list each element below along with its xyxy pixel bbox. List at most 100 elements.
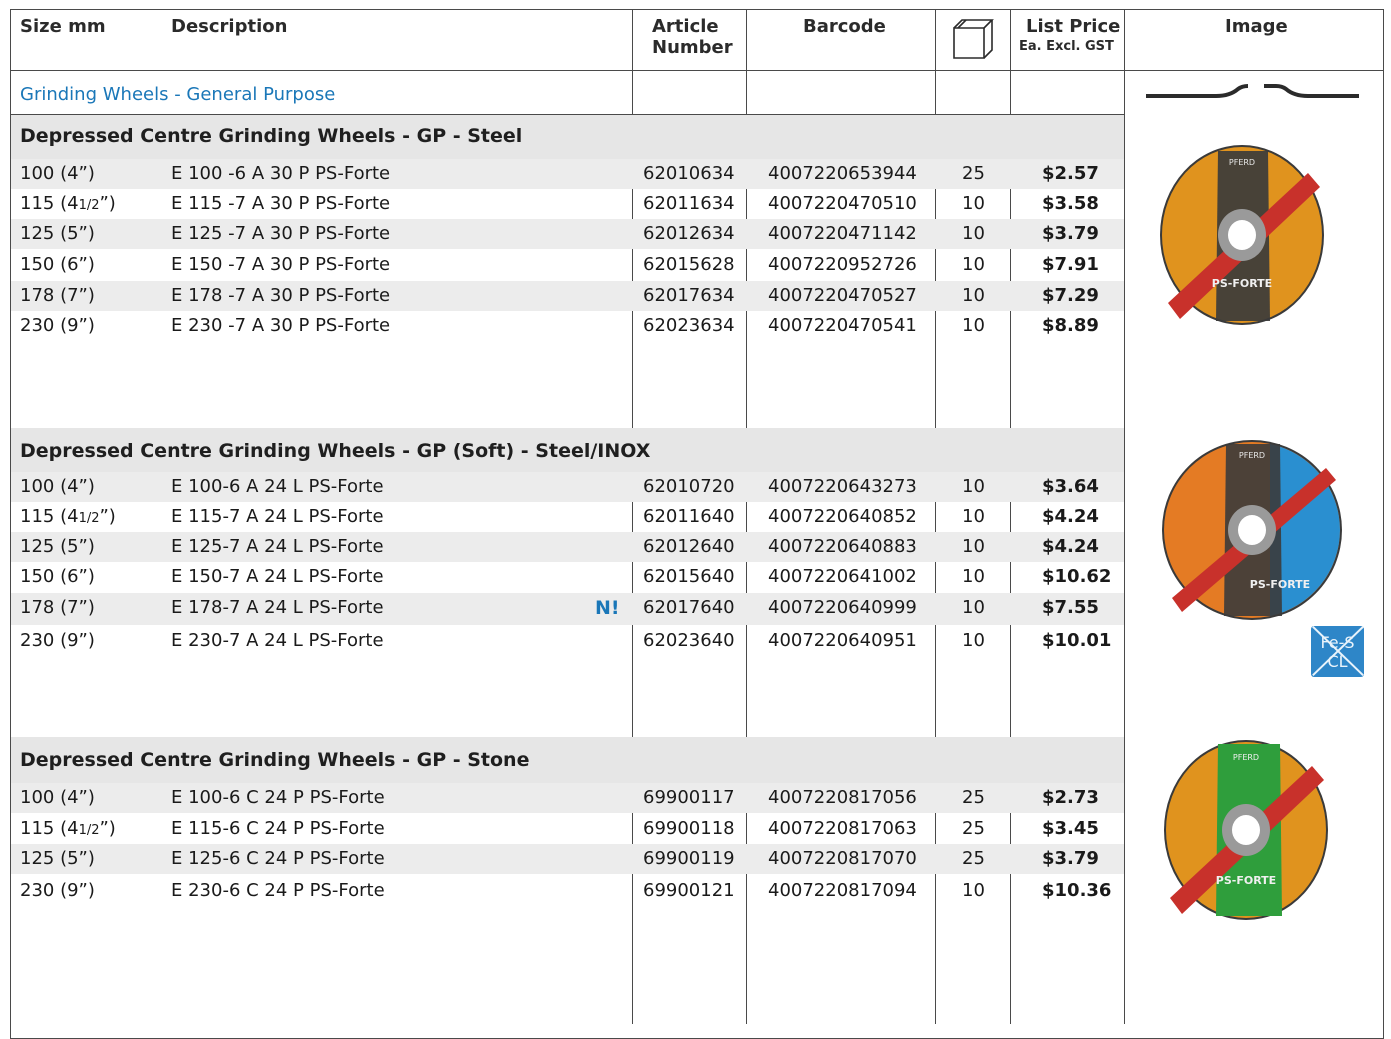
cell-price: $2.57 (1042, 163, 1099, 184)
section-title: Depressed Centre Grinding Wheels - GP - … (20, 749, 530, 771)
cell-description: E 230-7 A 24 L PS-Forte (171, 630, 384, 651)
cell-size: 115 (41/2”) (20, 818, 116, 839)
cell-size: 125 (5”) (20, 536, 95, 557)
badge-line2: CL (1327, 652, 1348, 671)
table-row: 100 (4”) E 100-6 C 24 P PS-Forte 6990011… (11, 783, 1124, 813)
fe-s-cl-free-badge: Fe-S CL (1311, 626, 1364, 677)
steel-wheel-image: PS-FORTE PFERD (1158, 143, 1326, 331)
cell-barcode: 4007220817063 (768, 818, 917, 839)
cell-qty: 25 (962, 818, 985, 839)
cell-qty: 10 (962, 597, 985, 618)
cell-description: E 115-7 A 24 L PS-Forte (171, 506, 384, 527)
cell-barcode: 4007220640999 (768, 597, 917, 618)
cell-size: 150 (6”) (20, 254, 95, 275)
svg-text:PS-FORTE: PS-FORTE (1216, 874, 1276, 887)
cell-size: 230 (9”) (20, 880, 95, 901)
table-row: 150 (6”) E 150 -7 A 30 P PS-Forte 620156… (11, 250, 1124, 280)
cell-price: $10.62 (1042, 566, 1112, 587)
cell-article: 62015628 (643, 254, 735, 275)
inox-wheel-image: PS-FORTE PFERD (1160, 438, 1346, 626)
svg-text:PFERD: PFERD (1233, 753, 1259, 762)
cell-qty: 10 (962, 285, 985, 306)
cell-size: 100 (4”) (20, 163, 95, 184)
cell-article: 69900121 (643, 880, 735, 901)
table-row: 125 (5”) E 125-7 A 24 L PS-Forte 6201264… (11, 532, 1124, 562)
cell-price: $7.91 (1042, 254, 1099, 275)
table-row: 115 (41/2”) E 115-6 C 24 P PS-Forte 6990… (11, 814, 1124, 844)
cell-article: 69900119 (643, 848, 735, 869)
cell-article: 62011634 (643, 193, 735, 214)
cell-qty: 25 (962, 787, 985, 808)
cell-article: 62023634 (643, 315, 735, 336)
section-title: Depressed Centre Grinding Wheels - GP - … (20, 125, 523, 147)
cell-description: E 115 -7 A 30 P PS-Forte (171, 193, 391, 214)
cell-barcode: 4007220817094 (768, 880, 917, 901)
cell-qty: 10 (962, 506, 985, 527)
cell-size: 125 (5”) (20, 223, 95, 244)
cell-description: E 115-6 C 24 P PS-Forte (171, 818, 385, 839)
cell-description: E 230 -7 A 30 P PS-Forte (171, 315, 391, 336)
cell-article: 62010634 (643, 163, 735, 184)
cell-price: $2.73 (1042, 787, 1099, 808)
table-row: 115 (41/2”) E 115 -7 A 30 P PS-Forte 620… (11, 189, 1124, 219)
cell-qty: 10 (962, 476, 985, 497)
cell-description: E 125-6 C 24 P PS-Forte (171, 848, 385, 869)
cell-qty: 10 (962, 254, 985, 275)
cell-barcode: 4007220817056 (768, 787, 917, 808)
cell-price: $3.45 (1042, 818, 1099, 839)
header-article-line1: Article (652, 16, 719, 37)
cell-barcode: 4007220643273 (768, 476, 917, 497)
table-row: 100 (4”) E 100 -6 A 30 P PS-Forte 620106… (11, 159, 1124, 189)
cell-barcode: 4007220817070 (768, 848, 917, 869)
cell-qty: 10 (962, 630, 985, 651)
cell-size: 150 (6”) (20, 566, 95, 587)
cell-price: $3.79 (1042, 223, 1099, 244)
cell-barcode: 4007220640883 (768, 536, 917, 557)
table-row: 230 (9”) E 230-6 C 24 P PS-Forte 6990012… (11, 876, 1124, 906)
table-row: 125 (5”) E 125-6 C 24 P PS-Forte 6990011… (11, 844, 1124, 874)
header-size: Size mm (20, 16, 106, 37)
cell-description: E 230-6 C 24 P PS-Forte (171, 880, 385, 901)
wheel-profile-icon (1144, 80, 1362, 108)
cell-description: E 100-6 C 24 P PS-Forte (171, 787, 385, 808)
cell-article: 69900118 (643, 818, 735, 839)
cell-qty: 10 (962, 315, 985, 336)
header-image: Image (1225, 16, 1288, 37)
cell-article: 62015640 (643, 566, 735, 587)
cell-qty: 25 (962, 848, 985, 869)
cell-article: 62010720 (643, 476, 735, 497)
new-badge: N! (595, 597, 620, 619)
cell-barcode: 4007220470527 (768, 285, 917, 306)
cell-size: 230 (9”) (20, 315, 95, 336)
cell-qty: 10 (962, 880, 985, 901)
cell-description: E 100 -6 A 30 P PS-Forte (171, 163, 391, 184)
cell-price: $3.79 (1042, 848, 1099, 869)
stone-wheel-image: PS-FORTE PFERD (1162, 738, 1330, 926)
cell-price: $7.55 (1042, 597, 1099, 618)
header-description: Description (171, 16, 288, 37)
cell-qty: 10 (962, 223, 985, 244)
cell-price: $4.24 (1042, 506, 1099, 527)
cell-description: E 150-7 A 24 L PS-Forte (171, 566, 384, 587)
cell-article: 62012640 (643, 536, 735, 557)
cell-size: 100 (4”) (20, 476, 95, 497)
table-row: 230 (9”) E 230-7 A 24 L PS-Forte 6202364… (11, 626, 1124, 656)
section-title: Depressed Centre Grinding Wheels - GP (S… (20, 440, 651, 462)
svg-text:PS-FORTE: PS-FORTE (1250, 578, 1310, 591)
cell-size: 178 (7”) (20, 285, 95, 306)
cell-article: 62012634 (643, 223, 735, 244)
table-row: 100 (4”) E 100-6 A 24 L PS-Forte 6201072… (11, 472, 1124, 502)
header-price: List Price Ea. Excl. GST (1019, 16, 1121, 57)
cell-price: $7.29 (1042, 285, 1099, 306)
cell-size: 230 (9”) (20, 630, 95, 651)
cell-barcode: 4007220641002 (768, 566, 917, 587)
column-divider (1124, 9, 1125, 1024)
cell-article: 62017640 (643, 597, 735, 618)
cell-barcode: 4007220471142 (768, 223, 917, 244)
header-price-line1: List Price (1026, 16, 1121, 37)
cell-description: E 125-7 A 24 L PS-Forte (171, 536, 384, 557)
table-row: 125 (5”) E 125 -7 A 30 P PS-Forte 620126… (11, 219, 1124, 249)
cell-price: $8.89 (1042, 315, 1099, 336)
cell-size: 115 (41/2”) (20, 506, 116, 527)
category-title: Grinding Wheels - General Purpose (20, 84, 336, 105)
